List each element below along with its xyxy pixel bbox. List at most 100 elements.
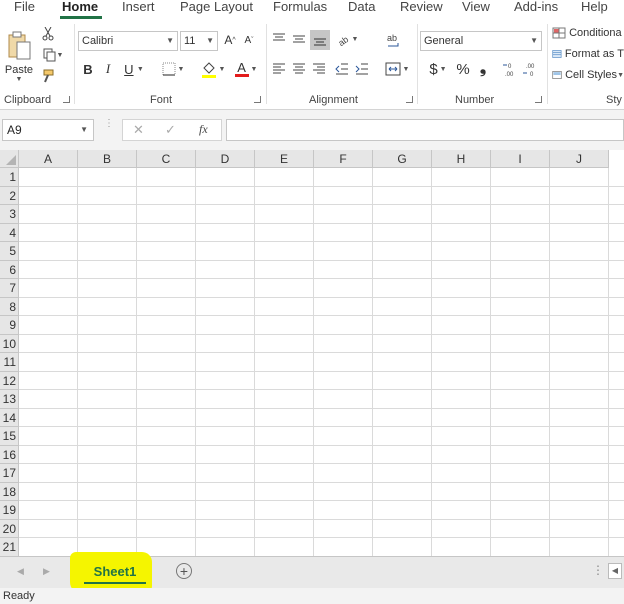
- column-header-i[interactable]: I: [491, 150, 550, 168]
- borders-button[interactable]: ▼: [158, 60, 188, 78]
- row-header-8[interactable]: 8: [0, 297, 19, 316]
- tab-split-icon[interactable]: ⋮: [592, 563, 604, 577]
- row-header-16[interactable]: 16: [0, 445, 19, 464]
- column-header-j[interactable]: J: [550, 150, 609, 168]
- row-header-12[interactable]: 12: [0, 371, 19, 390]
- font-color-button[interactable]: A ▼: [232, 58, 260, 80]
- row-header-3[interactable]: 3: [0, 205, 19, 224]
- comma-style-button[interactable]: ❟: [476, 60, 490, 78]
- select-all-button[interactable]: [0, 150, 19, 168]
- tab-view[interactable]: View: [462, 0, 490, 20]
- row-header-4[interactable]: 4: [0, 223, 19, 242]
- column-header-a[interactable]: A: [19, 150, 78, 168]
- decrease-decimal-icon[interactable]: .00 0: [522, 58, 540, 80]
- increase-decimal-icon[interactable]: 0.00: [502, 58, 520, 80]
- font-group-label: Font: [150, 94, 173, 106]
- row-header-20[interactable]: 20: [0, 519, 19, 538]
- name-box[interactable]: A9 ▼: [2, 119, 94, 141]
- tab-page-layout[interactable]: Page Layout: [180, 0, 253, 20]
- insert-function-icon[interactable]: fx: [199, 122, 208, 137]
- scroll-right-icon[interactable]: ▶: [43, 566, 50, 577]
- align-left-icon[interactable]: [270, 60, 288, 78]
- decrease-indent-icon[interactable]: [333, 60, 351, 78]
- tab-help[interactable]: Help: [581, 0, 608, 20]
- column-header-b[interactable]: B: [78, 150, 137, 168]
- merge-center-button[interactable]: ▼: [382, 60, 412, 78]
- tab-review[interactable]: Review: [400, 0, 443, 20]
- tab-insert[interactable]: Insert: [122, 0, 155, 20]
- row-header-7[interactable]: 7: [0, 279, 19, 298]
- grow-font-button[interactable]: A ^: [222, 31, 238, 49]
- align-right-icon[interactable]: [310, 60, 328, 78]
- underline-button[interactable]: U ▼: [120, 60, 148, 78]
- row-header-10[interactable]: 10: [0, 334, 19, 353]
- alignment-group-label: Alignment: [309, 94, 358, 106]
- number-launcher-icon[interactable]: [535, 96, 542, 103]
- scroll-left-icon[interactable]: ◀: [17, 566, 24, 577]
- row-header-15[interactable]: 15: [0, 427, 19, 446]
- alignment-launcher-icon[interactable]: [406, 96, 413, 103]
- cancel-icon[interactable]: ✕: [133, 122, 144, 138]
- cell-styles-button[interactable]: Cell Styles ▼: [552, 66, 624, 84]
- wrap-text-icon[interactable]: ab: [384, 30, 404, 52]
- hscroll-left-icon[interactable]: ◀: [608, 563, 622, 579]
- column-header-c[interactable]: C: [137, 150, 196, 168]
- row-header-9[interactable]: 9: [0, 316, 19, 335]
- row-header-13[interactable]: 13: [0, 390, 19, 409]
- font-name-select[interactable]: Calibri ▼: [78, 31, 178, 51]
- cut-icon[interactable]: [40, 26, 56, 42]
- row-header-6[interactable]: 6: [0, 260, 19, 279]
- number-group-label: Number: [455, 94, 495, 106]
- middle-align-icon[interactable]: [290, 30, 308, 48]
- row-header-14[interactable]: 14: [0, 408, 19, 427]
- format-as-table-button[interactable]: Format as T: [552, 45, 624, 63]
- format-painter-icon[interactable]: [40, 68, 56, 84]
- worksheet-grid[interactable]: ABCDEFGHIJ 1 2 3 4 5 6 7 8 9 10 11 12 13 14 15 16 17 18 19…: [0, 150, 624, 556]
- tab-data[interactable]: Data: [348, 0, 375, 20]
- copy-icon[interactable]: ▼: [40, 47, 66, 63]
- gridline-vertical: [372, 168, 373, 556]
- fill-color-button[interactable]: ▼: [198, 58, 228, 80]
- font-launcher-icon[interactable]: [254, 96, 261, 103]
- accounting-format-button[interactable]: $ ▼: [424, 60, 452, 78]
- row-header-1[interactable]: 1: [0, 168, 19, 187]
- tab-add-ins[interactable]: Add-ins: [514, 0, 558, 20]
- column-header-f[interactable]: F: [314, 150, 373, 168]
- align-center-icon[interactable]: [290, 60, 308, 78]
- row-header-21[interactable]: 21: [0, 538, 19, 556]
- column-header-e[interactable]: E: [255, 150, 314, 168]
- sheet-tab-sheet1[interactable]: Sheet1: [84, 560, 146, 584]
- orientation-button[interactable]: ab ▼: [334, 30, 360, 48]
- add-sheet-icon[interactable]: +: [176, 563, 192, 579]
- table-icon: [552, 50, 562, 58]
- italic-button[interactable]: I: [100, 60, 116, 78]
- row-header-17[interactable]: 17: [0, 464, 19, 483]
- column-header-g[interactable]: G: [373, 150, 432, 168]
- bottom-align-icon[interactable]: [310, 30, 330, 50]
- bold-button[interactable]: B: [80, 60, 96, 78]
- tab-formulas[interactable]: Formulas: [273, 0, 327, 20]
- font-size-select[interactable]: 11 ▼: [180, 31, 218, 51]
- gridline-horizontal: [19, 537, 624, 538]
- clipboard-launcher-icon[interactable]: [63, 96, 70, 103]
- percent-style-button[interactable]: %: [455, 60, 471, 78]
- row-header-18[interactable]: 18: [0, 482, 19, 501]
- formula-input[interactable]: [226, 119, 624, 141]
- increase-indent-icon[interactable]: [353, 60, 371, 78]
- number-format-select[interactable]: General ▼: [420, 31, 542, 51]
- row-header-11[interactable]: 11: [0, 353, 19, 372]
- tab-file[interactable]: File: [14, 0, 35, 20]
- drag-handle-icon[interactable]: ⋮: [104, 119, 114, 139]
- shrink-font-button[interactable]: Aˇ: [241, 31, 257, 49]
- row-header-2[interactable]: 2: [0, 186, 19, 205]
- top-align-icon[interactable]: [270, 30, 288, 48]
- column-header-h[interactable]: H: [432, 150, 491, 168]
- row-header-19[interactable]: 19: [0, 501, 19, 520]
- chevron-down-icon[interactable]: ▼: [80, 120, 88, 140]
- gridline-horizontal: [19, 407, 624, 409]
- paste-button[interactable]: Paste ▼: [4, 26, 34, 86]
- conditional-formatting-button[interactable]: Conditiona: [552, 24, 624, 42]
- row-header-5[interactable]: 5: [0, 242, 19, 261]
- enter-icon[interactable]: ✓: [165, 122, 176, 138]
- column-header-d[interactable]: D: [196, 150, 255, 168]
